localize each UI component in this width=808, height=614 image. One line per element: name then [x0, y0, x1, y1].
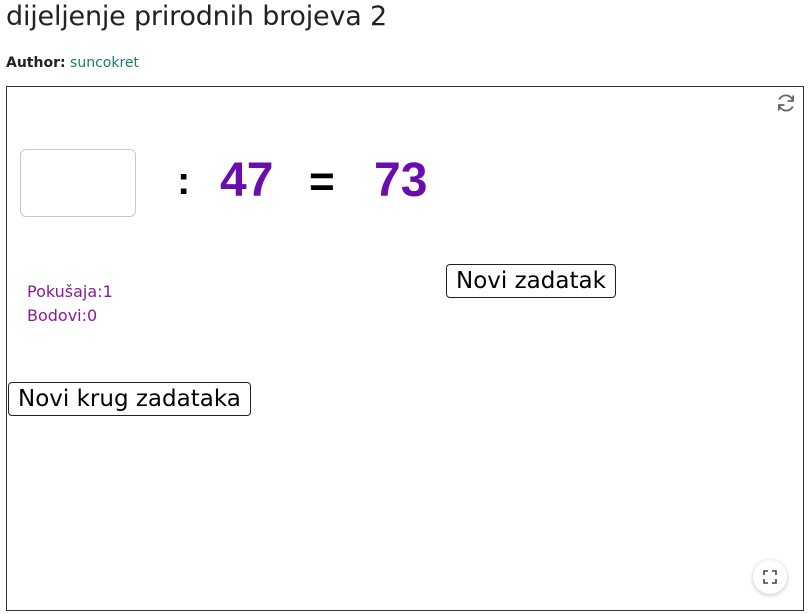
points-counter: Bodovi:0	[27, 306, 98, 325]
new-round-button[interactable]: Novi krug zadataka	[8, 382, 251, 416]
page-title: dijeljenje prirodnih brojeva 2	[6, 1, 387, 32]
fullscreen-icon	[763, 570, 777, 584]
divisor-value: 47	[220, 154, 274, 207]
new-task-button[interactable]: Novi zadatak	[446, 264, 616, 298]
fullscreen-button[interactable]	[753, 560, 787, 594]
applet-frame: : 47 = 73 Pokušaja:1 Bodovi:0 Novi zadat…	[6, 86, 804, 611]
refresh-icon[interactable]	[775, 92, 797, 114]
attempts-counter: Pokušaja:1	[27, 282, 113, 301]
author-line: Author: suncokret	[6, 55, 139, 71]
answer-input[interactable]	[20, 149, 136, 217]
author-link[interactable]: suncokret	[70, 55, 139, 71]
equals-sign: =	[309, 157, 335, 206]
author-label: Author:	[6, 55, 66, 71]
division-sign: :	[177, 159, 191, 203]
quotient-value: 73	[374, 154, 428, 207]
